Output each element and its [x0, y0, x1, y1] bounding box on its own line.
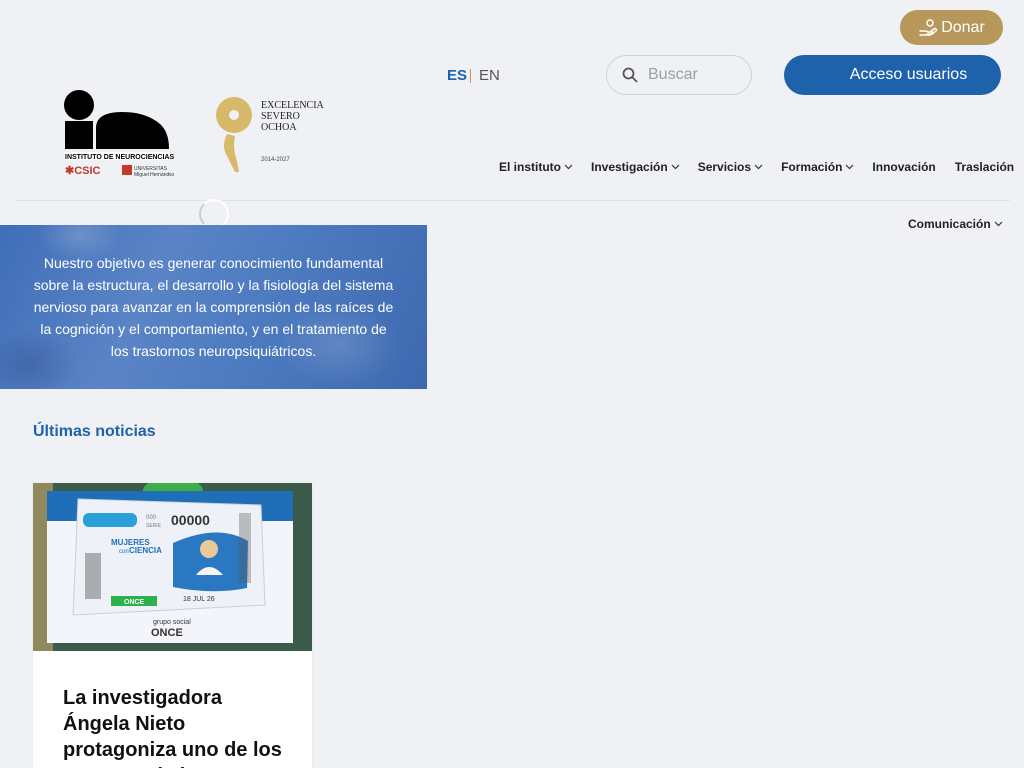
nav-item-investigacion[interactable]: Investigación	[591, 160, 680, 174]
nav-item-label: Innovación	[872, 160, 936, 174]
ticket-campaign-2: con	[119, 549, 129, 555]
nav-item-el-instituto[interactable]: El instituto	[499, 160, 573, 174]
chevron-down-icon	[994, 221, 1003, 227]
nav-item-traslacion[interactable]: Traslación	[955, 160, 1014, 174]
nav-item-label: Investigación	[591, 160, 668, 174]
lang-separator	[470, 68, 472, 83]
svg-text:Miguel Hernández: Miguel Hernández	[134, 172, 174, 178]
lang-es[interactable]: ES	[447, 67, 467, 84]
instituto-neurociencias-logo[interactable]: INSTITUTO DE NEUROCIENCIAS ✱CSIC UNIVERS…	[62, 88, 175, 180]
chevron-down-icon	[564, 164, 573, 170]
nav-item-label: Traslación	[954, 160, 1015, 174]
language-switcher: ES EN	[447, 67, 500, 84]
search-icon	[622, 67, 638, 83]
svg-text:OCHOA: OCHOA	[261, 122, 297, 133]
image-group-text: grupo social	[153, 619, 191, 626]
nav-item-label: Comunicación	[908, 217, 991, 231]
news-card-headline[interactable]: La investigadora Ángela Nieto protagoniz…	[63, 685, 293, 768]
ticket-number: 00000	[171, 512, 210, 528]
chevron-down-icon	[671, 164, 680, 170]
ticket-serie-label: SERIE	[146, 523, 162, 529]
search-input[interactable]	[648, 66, 743, 84]
nav-item-innovacion[interactable]: Innovación	[872, 160, 935, 174]
nav-item-servicios[interactable]: Servicios	[698, 160, 763, 174]
hero-banner: Nuestro objetivo es generar conocimiento…	[0, 225, 427, 389]
news-card[interactable]: 00000 000 SERIE MUJERES con CIENCIA ONCE…	[33, 483, 312, 768]
news-card-image[interactable]: 00000 000 SERIE MUJERES con CIENCIA ONCE…	[33, 483, 312, 651]
lang-en[interactable]: EN	[479, 67, 500, 84]
nav-item-formacion[interactable]: Formación	[781, 160, 854, 174]
nav-item-comunicacion[interactable]: Comunicación	[908, 217, 1003, 231]
severo-ochoa-logo[interactable]: EXCELENCIA SEVERO OCHOA 2014-2027	[213, 94, 333, 176]
svg-text:EXCELENCIA: EXCELENCIA	[261, 100, 325, 111]
access-users-button[interactable]: Acceso usuarios	[784, 55, 1001, 95]
hero-text: Nuestro objetivo es generar conocimiento…	[33, 255, 394, 359]
ticket-date: 18 JUL 26	[183, 596, 215, 603]
access-users-label: Acceso usuarios	[849, 66, 968, 83]
image-brand: ONCE	[151, 627, 183, 639]
nav-item-label: Servicios	[697, 160, 752, 174]
svg-text:2014-2027: 2014-2027	[261, 157, 290, 163]
svg-text:✱CSIC: ✱CSIC	[65, 165, 101, 177]
ticket-campaign-3: CIENCIA	[129, 546, 162, 555]
svg-text:SEVERO: SEVERO	[261, 111, 300, 122]
news-section-title: Últimas noticias	[33, 423, 156, 440]
donate-label: Donar	[941, 18, 985, 36]
ticket-serie-number: 000	[146, 515, 157, 521]
main-navigation: El instituto Investigación Servicios For…	[499, 160, 1014, 174]
ticket-brand: ONCE	[124, 599, 145, 606]
header-divider	[15, 200, 1010, 201]
nav-item-label: El instituto	[499, 160, 561, 174]
svg-text:INSTITUTO DE NEUROCIENCIAS: INSTITUTO DE NEUROCIENCIAS	[65, 154, 174, 161]
donate-button[interactable]: Donar	[900, 10, 1003, 45]
chevron-down-icon	[845, 164, 854, 170]
hand-coin-icon	[919, 18, 938, 36]
chevron-down-icon	[754, 164, 763, 170]
nav-item-label: Formación	[781, 160, 843, 174]
search-box[interactable]	[606, 55, 752, 95]
